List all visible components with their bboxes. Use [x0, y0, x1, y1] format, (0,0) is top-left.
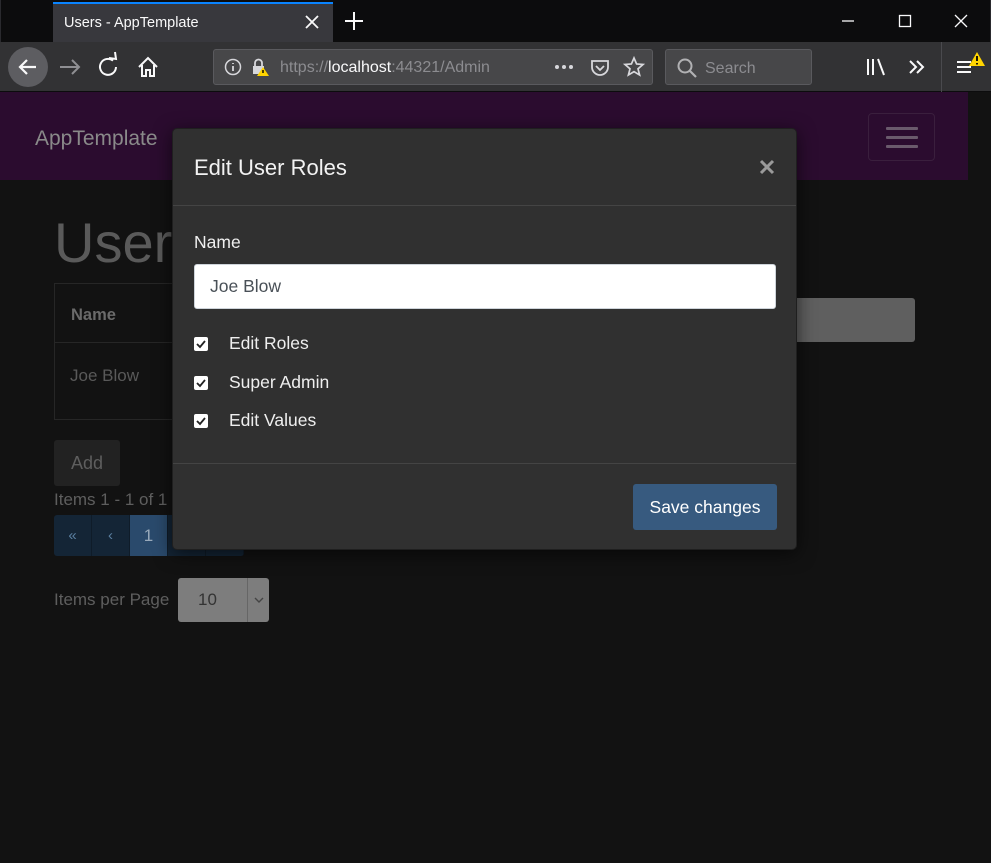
minimize-window-icon[interactable] — [837, 10, 859, 32]
chevron-down-icon — [254, 597, 264, 603]
page-first-button[interactable]: « — [54, 515, 92, 556]
checkmark-icon — [196, 417, 206, 426]
address-bar[interactable]: https://localhost:44321/Admin — [213, 49, 653, 85]
bookmark-star-icon[interactable] — [623, 56, 645, 78]
table-header-name: Name — [71, 306, 116, 324]
close-tab-icon[interactable] — [303, 13, 321, 31]
library-icon[interactable] — [864, 56, 890, 78]
checkbox[interactable] — [194, 337, 208, 351]
add-button[interactable]: Add — [54, 440, 120, 486]
checkbox[interactable] — [194, 414, 208, 428]
page-prev-button[interactable]: ‹ — [92, 515, 130, 556]
checkmark-icon — [196, 379, 206, 388]
menu-icon[interactable] — [953, 50, 987, 80]
users-table: Name Joe Blow — [54, 283, 184, 420]
name-label: Name — [194, 232, 241, 252]
forward-button[interactable] — [52, 50, 88, 84]
select-caret — [247, 578, 269, 622]
table-cell-name: Joe Blow — [70, 366, 139, 385]
checkbox[interactable] — [194, 376, 208, 390]
browser-toolbar: https://localhost:44321/Admin Search — [0, 42, 991, 92]
per-page-value: 10 — [198, 590, 217, 609]
per-page-label: Items per Page — [54, 590, 170, 609]
modal-header: Edit User Roles — [173, 129, 796, 206]
search-icon — [677, 58, 697, 78]
page-number-button[interactable]: 1 — [130, 515, 168, 556]
page-actions-icon[interactable] — [552, 59, 576, 75]
new-tab-icon[interactable] — [343, 10, 365, 32]
pocket-icon[interactable] — [589, 57, 611, 79]
items-count: Items 1 - 1 of 1 — [54, 490, 168, 509]
home-icon[interactable] — [130, 50, 166, 84]
save-changes-button[interactable]: Save changes — [633, 484, 777, 530]
back-button[interactable] — [8, 47, 48, 87]
hamburger-bar — [886, 127, 918, 130]
close-icon[interactable] — [757, 157, 777, 177]
edit-user-roles-modal: Edit User Roles Name Edit Roles Super Ad… — [172, 128, 797, 550]
url-scheme: https:// — [280, 59, 329, 76]
maximize-window-icon[interactable] — [894, 10, 916, 32]
close-window-icon[interactable] — [950, 10, 972, 32]
browser-tab-bar: Users - AppTemplate — [0, 0, 991, 42]
table-divider — [55, 342, 183, 343]
role-label: Edit Values — [229, 410, 317, 430]
site-brand[interactable]: AppTemplate — [35, 127, 158, 151]
role-label: Edit Roles — [229, 333, 309, 353]
search-bar[interactable]: Search — [665, 49, 812, 85]
checkmark-icon — [196, 340, 206, 349]
modal-footer-divider — [173, 463, 796, 464]
toolbar-divider — [941, 42, 942, 92]
overflow-chevrons-icon[interactable] — [905, 56, 929, 78]
name-input[interactable] — [194, 264, 776, 309]
row-action-button[interactable] — [780, 298, 915, 342]
hamburger-bar — [886, 145, 918, 148]
modal-title: Edit User Roles — [194, 155, 347, 180]
navbar-toggler-button[interactable] — [868, 113, 935, 161]
search-placeholder: Search — [705, 60, 756, 77]
role-label: Super Admin — [229, 372, 330, 392]
per-page-select[interactable]: 10 — [178, 578, 269, 622]
browser-tab[interactable]: Users - AppTemplate — [53, 2, 333, 42]
hamburger-bar — [886, 136, 918, 139]
reload-icon[interactable] — [91, 50, 127, 84]
insecure-lock-icon[interactable] — [250, 57, 270, 77]
url-host: localhost — [328, 59, 392, 76]
info-icon[interactable] — [224, 58, 242, 76]
tab-title: Users - AppTemplate — [64, 15, 199, 31]
url-text: https://localhost:44321/Admin — [280, 59, 512, 77]
url-path: :44321/Admin — [391, 59, 490, 76]
arrow-left-icon — [18, 59, 36, 75]
